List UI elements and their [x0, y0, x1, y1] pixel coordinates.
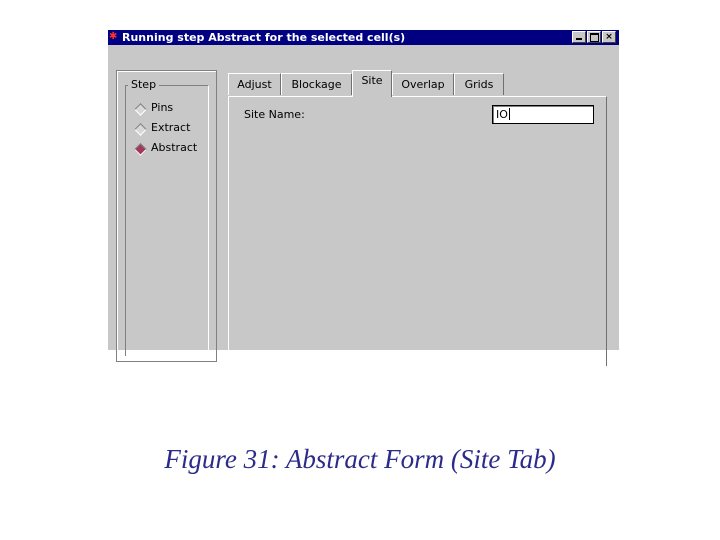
tab-overlap[interactable]: Overlap: [392, 73, 454, 95]
step-group-label: Step: [128, 78, 160, 92]
radio-label: Extract: [151, 121, 191, 134]
radio-label: Pins: [151, 101, 174, 114]
site-tab-panel: [228, 96, 607, 366]
site-name-label: Site Name:: [244, 108, 305, 121]
tab-blockage[interactable]: Blockage: [281, 73, 352, 95]
text-caret: [508, 108, 510, 120]
radio-label: Abstract: [151, 141, 198, 154]
tab-adjust[interactable]: Adjust: [228, 73, 281, 95]
site-name-input[interactable]: IO: [492, 105, 594, 124]
site-name-value: IO: [496, 108, 508, 121]
figure-caption: Figure 31: Abstract Form (Site Tab): [164, 444, 556, 474]
tab-site[interactable]: Site: [352, 70, 392, 97]
tab-grids[interactable]: Grids: [454, 73, 504, 95]
step-group: Step Pins Extract Abstract Adjust Blocka…: [108, 30, 619, 366]
